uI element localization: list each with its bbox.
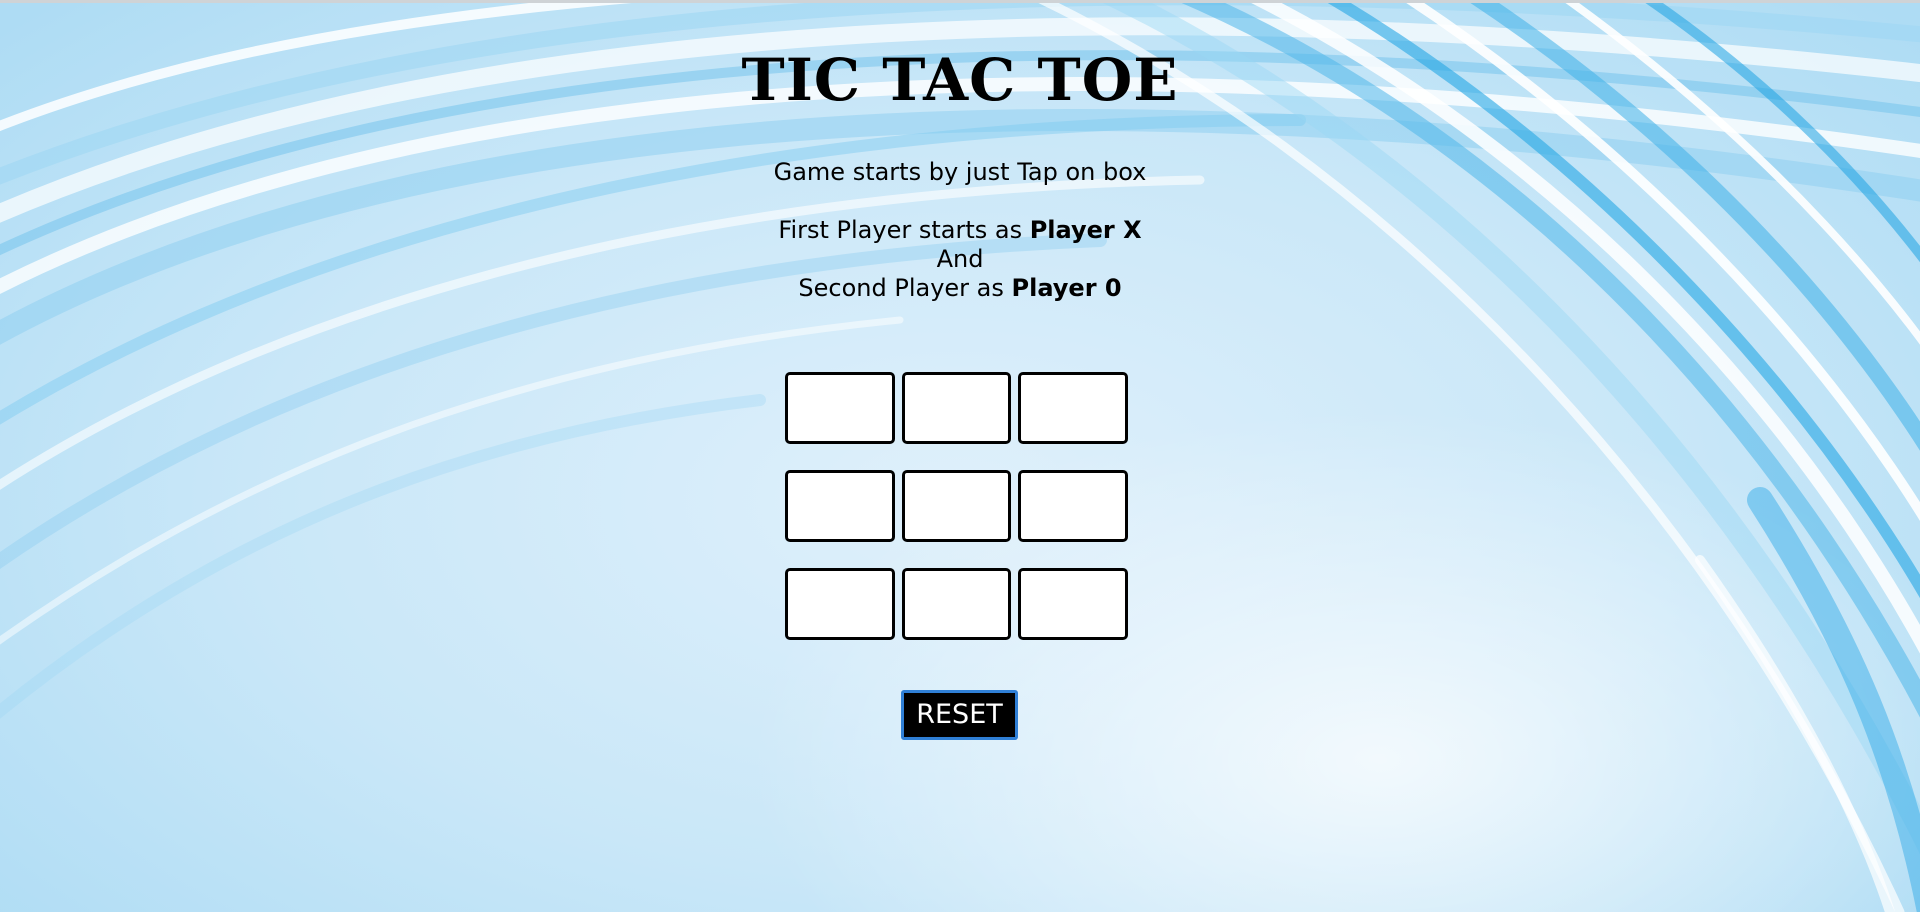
- board-row-3: [785, 568, 1135, 644]
- board-cell-7[interactable]: [785, 568, 895, 640]
- board-cell-8[interactable]: [901, 568, 1012, 640]
- board-cell-6[interactable]: [1018, 470, 1129, 542]
- window-top-border: [0, 0, 1920, 3]
- board-cell-2[interactable]: [901, 372, 1012, 444]
- game-board: [785, 372, 1135, 666]
- and-text: And: [936, 245, 984, 273]
- board-cell-4[interactable]: [785, 470, 895, 542]
- board-cell-5[interactable]: [901, 470, 1012, 542]
- board-row-1: [785, 372, 1135, 448]
- second-player-prefix: Second Player as: [798, 274, 1012, 302]
- first-player-line: First Player starts as Player X: [0, 216, 1920, 245]
- reset-button[interactable]: RESET: [901, 690, 1018, 740]
- first-player-prefix: First Player starts as: [778, 216, 1030, 244]
- page-title: TIC TAC TOE: [741, 46, 1179, 114]
- board-cell-1[interactable]: [785, 372, 895, 444]
- second-player-name: Player 0: [1011, 274, 1122, 302]
- game-page: TIC TAC TOE Game starts by just Tap on b…: [0, 0, 1920, 912]
- board-cell-3[interactable]: [1018, 372, 1129, 444]
- instruction-text: Game starts by just Tap on box: [773, 158, 1147, 186]
- second-player-line: Second Player as Player 0: [0, 274, 1920, 303]
- board-row-2: [785, 470, 1135, 546]
- first-player-name: Player X: [1029, 216, 1142, 244]
- board-cell-9[interactable]: [1018, 568, 1129, 640]
